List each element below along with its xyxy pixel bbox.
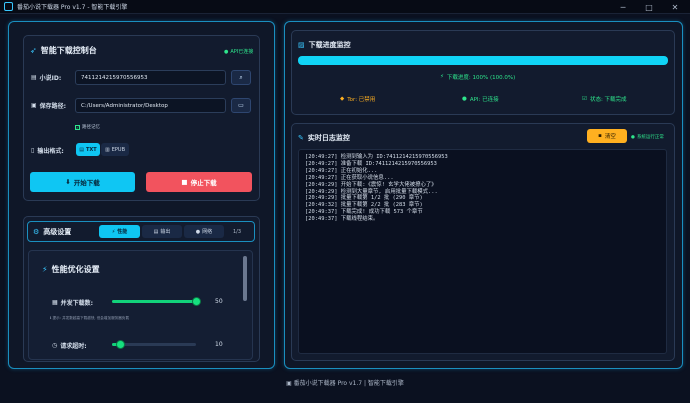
minimize-button[interactable]: ─ (612, 0, 634, 14)
advanced-title: ⚙ 高级设置 (33, 228, 72, 236)
search-button[interactable]: ⌕ (231, 70, 251, 85)
document-icon: ▯ (31, 147, 35, 154)
document-icon: ▤ (79, 146, 85, 153)
download-icon: ⬇ (65, 178, 71, 186)
bolt-icon: ⚡ (440, 74, 444, 80)
disk-icon: ▣ (31, 102, 37, 109)
timeout-label: ◷ 请求超时: (52, 342, 87, 350)
page-indicator: 1/3 (233, 229, 242, 235)
format-txt-option[interactable]: ▤ TXT (76, 143, 100, 156)
checkbox-checked-icon: ✓ (75, 124, 80, 130)
progress-title: ▨ 下载进度监控 (298, 41, 351, 49)
speech-bubble-icon: ✎ (298, 134, 304, 142)
timeout-slider-thumb[interactable] (115, 340, 125, 349)
status-dot-icon: ● (631, 134, 635, 140)
search-icon: ⌕ (239, 73, 243, 81)
api-status: ● API已连接 (224, 48, 254, 56)
progress-text: ⚡ 下载进度: 100% (100.0%) (440, 74, 516, 81)
concurrency-label: ▦ 并发下载数: (52, 299, 94, 307)
format-epub-option[interactable]: ▥ EPUB (101, 143, 129, 156)
gear-icon: ⚙ (33, 228, 40, 236)
novel-id-label: ▤ 小说ID: (31, 74, 62, 82)
globe-icon: ● (195, 228, 201, 235)
timeout-value: 10 (215, 341, 223, 348)
bolt-icon: ⚡ (111, 228, 116, 235)
concurrency-slider-fill (112, 300, 196, 303)
log-line: [20:49:27] 检测到输入为 ID:7411214215970556953 (305, 154, 448, 160)
app-icon (4, 2, 13, 11)
format-label: ▯ 输出格式: (31, 147, 64, 155)
chart-icon: ▨ (298, 41, 305, 49)
settings-scrollbar[interactable] (243, 256, 247, 301)
close-button[interactable]: ✕ (664, 0, 686, 14)
tor-status: ◆ Tor: 已禁用 (340, 96, 376, 103)
log-output: [20:49:27] 检测到输入为 ID:7411214215970556953… (298, 149, 667, 354)
speed-icon: ▦ (52, 299, 58, 306)
checkbox-checked-icon: ☑ (582, 96, 587, 102)
tab-network[interactable]: ● 网络 (184, 225, 224, 238)
download-status: ☑ 状态: 下载完成 (582, 96, 627, 103)
title-bar: 番茄小说下载器 Pro v1.7 - 智能下载引擎 (0, 0, 690, 14)
remember-path-checkbox[interactable]: ✓ 路径记忆 (75, 124, 100, 130)
progress-bar-fill (298, 56, 668, 65)
tab-output[interactable]: ▤ 输出 (142, 225, 182, 238)
info-icon: ℹ (50, 316, 52, 320)
book-icon: ▤ (31, 74, 37, 81)
concurrency-slider-thumb[interactable] (192, 297, 201, 306)
start-download-button[interactable]: ⬇ 开始下载 (30, 172, 135, 192)
folder-icon: ▭ (238, 102, 244, 109)
save-path-input[interactable]: C:/Users/Administrator/Desktop (75, 98, 226, 113)
book-icon: ▥ (105, 146, 110, 153)
system-status: ● 系统运行正常 (631, 134, 664, 141)
progress-bar (298, 56, 668, 65)
footer: ▣ 番茄小说下载器 Pro v1.7 | 智能下载引擎 (286, 380, 404, 387)
log-line: [20:49:27] 正在初始化... (305, 167, 378, 174)
trash-icon: ▪ (598, 133, 602, 139)
rocket-icon: ➶ (30, 46, 37, 55)
app-icon: ▣ (286, 380, 292, 387)
status-dot-icon: ● (462, 96, 467, 102)
status-dot-icon: ● (224, 48, 229, 55)
lock-icon: ◆ (340, 96, 345, 102)
maximize-button[interactable]: □ (638, 0, 660, 14)
clear-log-button[interactable]: ▪ 清空 (587, 129, 627, 143)
log-line: [20:49:27] 正在获取小说信息... (305, 174, 394, 181)
api-connection-status: ● API: 已连接 (462, 96, 499, 103)
file-icon: ▤ (153, 228, 159, 235)
concurrency-value: 50 (215, 298, 223, 305)
stop-icon: ■ (181, 178, 188, 186)
log-line: [20:49:37] 下载线程结束。 (305, 216, 379, 223)
browse-folder-button[interactable]: ▭ (231, 98, 251, 113)
log-title: ✎ 实时日志监控 (298, 134, 350, 142)
save-path-label: ▣ 保存路径: (31, 102, 67, 110)
novel-id-input[interactable]: 7411214215970556953 (75, 70, 226, 85)
bolt-icon: ⚡ (42, 265, 48, 274)
tab-performance[interactable]: ⚡ 性能 (99, 225, 140, 238)
concurrency-hint: ℹ 提示: 并发数越高下载越快, 但会增加服务器负载 (50, 316, 130, 320)
control-title: ➶ 智能下载控制台 (30, 46, 97, 55)
log-line: [20:49:29] 开始下载:《震惊! 玄学大佬被撩心了》 (305, 181, 437, 188)
clock-icon: ◷ (52, 342, 58, 349)
stop-download-button[interactable]: ■ 停止下载 (146, 172, 252, 192)
performance-title: ⚡ 性能优化设置 (42, 265, 100, 274)
window-title: 番茄小说下载器 Pro v1.7 - 智能下载引擎 (17, 4, 128, 11)
concurrency-slider[interactable] (112, 300, 196, 303)
log-line: [20:49:27] 准备下载 ID:7411214215970556953 (305, 160, 437, 167)
